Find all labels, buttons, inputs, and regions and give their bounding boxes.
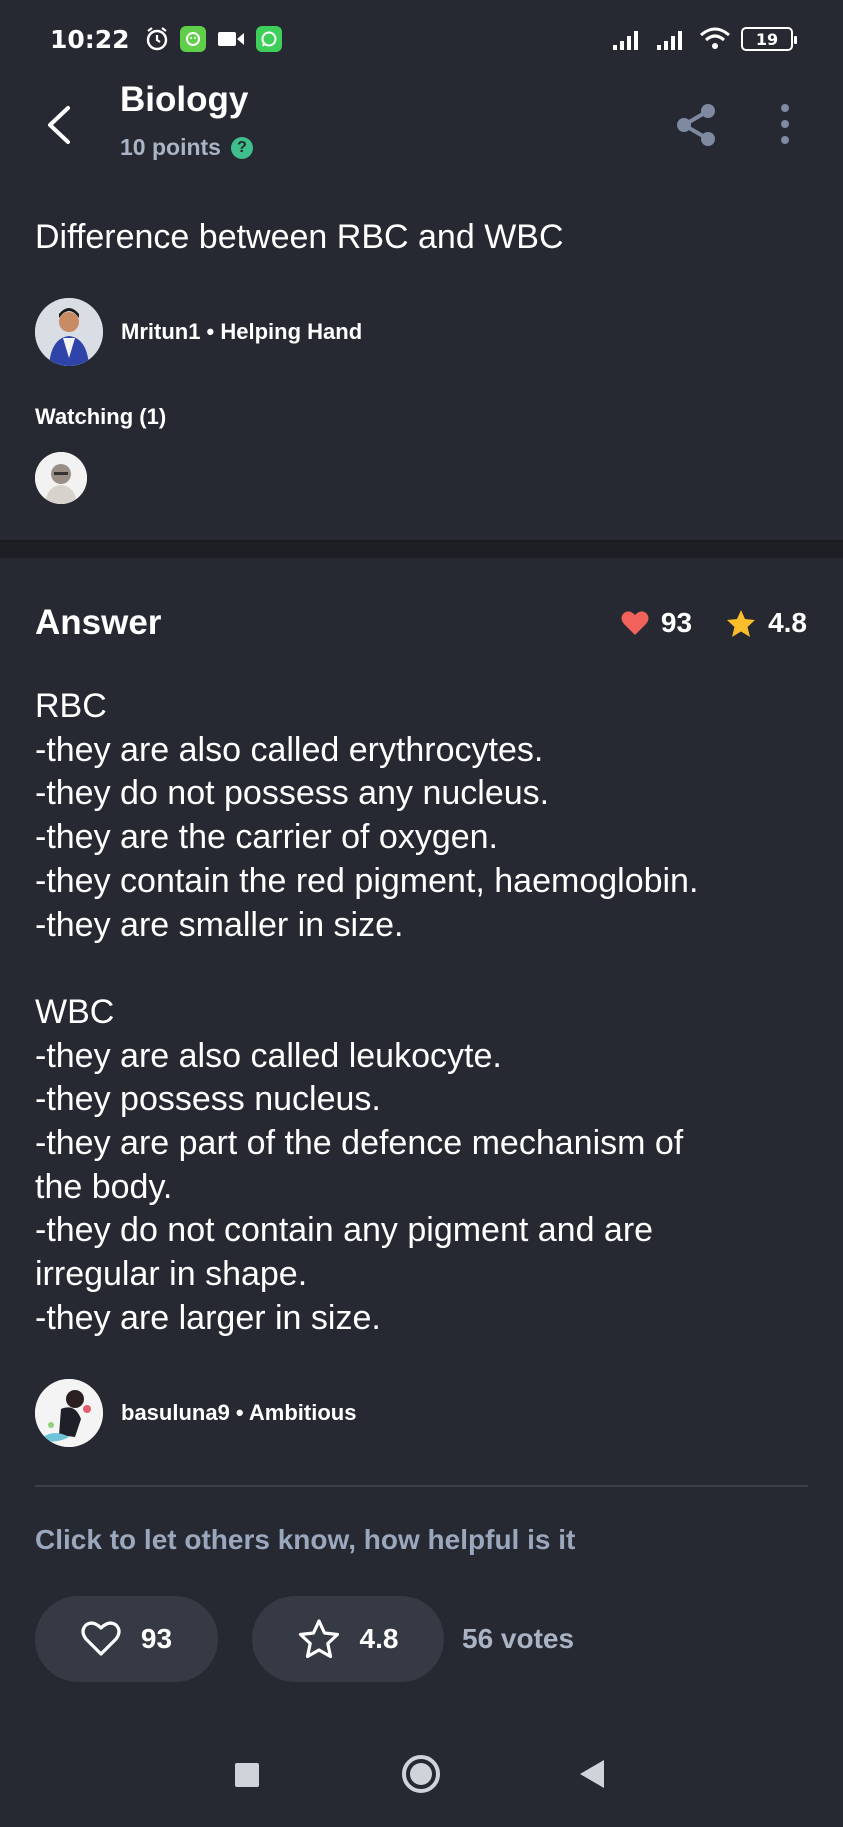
points-label: 10 points <box>120 134 221 160</box>
answer-rating: 4.8 <box>726 607 807 639</box>
like-button[interactable]: 93 <box>35 1596 218 1682</box>
status-time: 10:22 <box>50 24 130 54</box>
answer-line: WBC <box>35 992 115 1031</box>
answer-line: -they do not possess any nucleus. <box>35 774 550 813</box>
video-camera-icon <box>217 32 244 46</box>
asker-row[interactable]: Mritun1 • Helping Hand <box>35 298 362 366</box>
heart-outline-icon <box>81 1621 121 1656</box>
wifi-icon <box>700 27 730 49</box>
answerer-name: basuluna9 • Ambitious <box>121 1400 357 1425</box>
more-options-button[interactable] <box>770 100 800 150</box>
answer-line: -they are part of the defence mechanism … <box>35 1124 684 1163</box>
chevron-left-icon <box>48 106 70 144</box>
answer-line: -they are larger in size. <box>35 1298 381 1337</box>
star-outline-icon <box>298 1619 339 1659</box>
watcher-avatar[interactable] <box>35 452 87 504</box>
help-icon[interactable]: ? <box>230 136 253 159</box>
share-button[interactable] <box>672 100 722 150</box>
more-vertical-icon <box>781 104 789 144</box>
like-count: 93 <box>140 1623 173 1654</box>
rate-button[interactable]: 4.8 <box>252 1596 444 1682</box>
header: Biology 10 points ? <box>0 80 843 170</box>
answer-line: -they do not contain any pigment and are <box>35 1211 654 1250</box>
answer-line: irregular in shape. <box>35 1255 308 1294</box>
answer-likes: 93 <box>621 607 692 639</box>
battery-icon: 19 <box>741 27 797 51</box>
answer-line: RBC <box>35 687 107 725</box>
answer-body: RBC -they are also called erythrocytes. -t… <box>35 685 815 1341</box>
star-icon <box>727 610 756 637</box>
answer-line: the body. <box>35 1167 173 1206</box>
home-circle-icon <box>410 1763 432 1785</box>
votes-count: 56 votes <box>462 1623 575 1654</box>
points-row: 10 points ? <box>120 134 253 161</box>
answer-line: -they are also called erythrocytes. <box>35 730 544 769</box>
answerer-row[interactable]: basuluna9 • Ambitious <box>35 1379 356 1447</box>
alarm-icon <box>146 27 167 51</box>
answer-blank-line <box>35 947 815 991</box>
answerer-avatar[interactable] <box>35 1379 103 1447</box>
subject-title: Biology <box>120 80 249 119</box>
question-text: Difference between RBC and WBC <box>35 218 564 256</box>
home-button[interactable] <box>402 1755 440 1793</box>
section-divider <box>0 540 843 558</box>
navigation-bar <box>0 1740 843 1827</box>
watching-label: Watching (1) <box>35 404 167 429</box>
answer-rating-value: 4.8 <box>768 607 807 638</box>
rating-value: 4.8 <box>359 1623 399 1654</box>
answer-line: -they are also called leukocyte. <box>35 1036 502 1075</box>
rating-prompt: Click to let others know, how helpful is… <box>35 1524 576 1555</box>
back-button[interactable] <box>40 100 80 150</box>
app-notification-icon <box>179 26 206 52</box>
answer-line: -they are smaller in size. <box>35 905 404 944</box>
separator-line <box>35 1485 808 1487</box>
heart-icon <box>621 611 649 635</box>
asker-name: Mritun1 • Helping Hand <box>121 319 363 344</box>
signal-icon-2 <box>657 31 682 50</box>
whatsapp-icon <box>255 26 282 52</box>
rating-actions: 93 4.8 56 votes <box>35 1596 574 1682</box>
recent-apps-button[interactable] <box>235 1763 259 1787</box>
signal-icon <box>613 31 638 50</box>
asker-avatar[interactable] <box>35 298 103 366</box>
battery-level: 19 <box>755 29 779 49</box>
answer-line: -they contain the red pigment, haemoglob… <box>35 861 699 900</box>
answer-line: -they possess nucleus. <box>35 1080 381 1119</box>
share-icon <box>677 104 715 146</box>
answer-heading: Answer <box>35 603 162 642</box>
answer-stats: 93 4.8 <box>621 607 807 639</box>
answer-line: -they are the carrier of oxygen. <box>35 818 499 857</box>
system-back-button[interactable] <box>580 1760 604 1788</box>
answer-likes-count: 93 <box>660 607 693 638</box>
status-bar: 10:22 19 <box>0 0 843 78</box>
